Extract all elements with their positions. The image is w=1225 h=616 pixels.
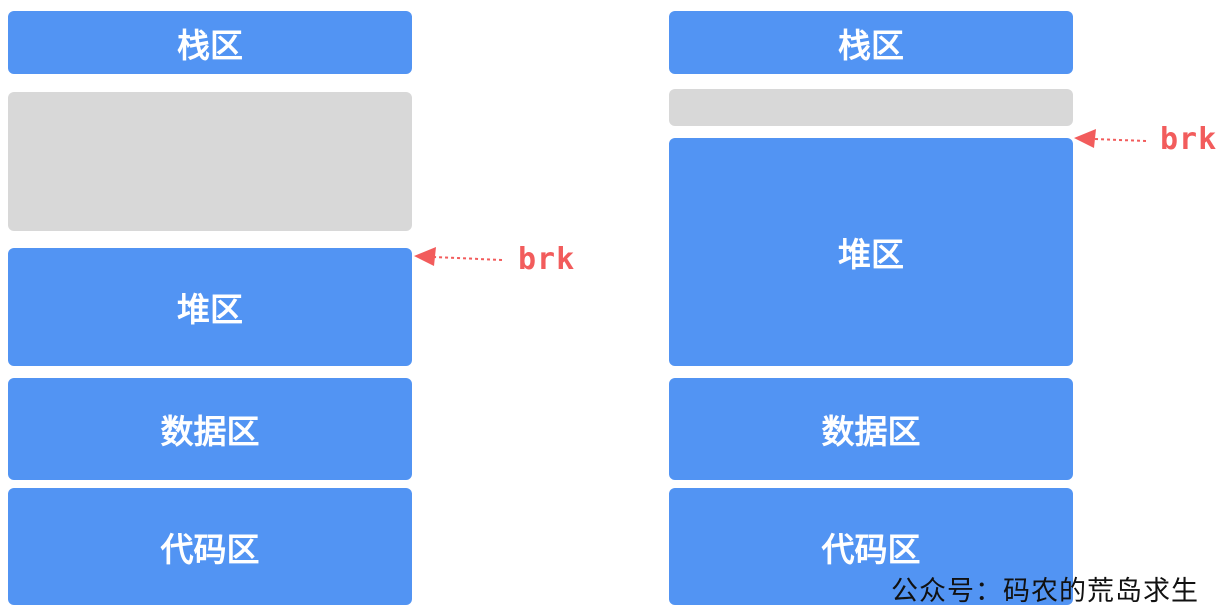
right-stack-segment: 栈区	[669, 11, 1073, 74]
right-data-label: 数据区	[821, 412, 921, 451]
watermark-text: 公众号：码农的荒岛求生	[891, 576, 1199, 607]
right-free-space	[669, 89, 1073, 126]
left-free-space	[8, 92, 412, 231]
left-stack-label: 栈区	[177, 25, 243, 65]
right-brk-arrow	[1074, 129, 1147, 148]
left-data-label: 数据区	[160, 412, 260, 451]
right-data-segment: 数据区	[669, 378, 1073, 480]
left-brk-label: brk	[518, 242, 576, 277]
right-heap-segment: 堆区	[669, 138, 1073, 366]
right-heap-label: 堆区	[838, 235, 904, 274]
right-brk-label: brk	[1160, 122, 1218, 157]
left-brk-arrow	[414, 247, 503, 266]
right-stack-label: 栈区	[838, 25, 904, 65]
left-code-segment: 代码区	[8, 488, 412, 605]
left-code-label: 代码区	[160, 529, 260, 569]
right-code-label: 代码区	[821, 529, 921, 569]
left-data-segment: 数据区	[8, 378, 412, 480]
left-heap-label: 堆区	[177, 290, 243, 329]
left-stack-segment: 栈区	[8, 11, 412, 74]
left-heap-segment: 堆区	[8, 248, 412, 366]
